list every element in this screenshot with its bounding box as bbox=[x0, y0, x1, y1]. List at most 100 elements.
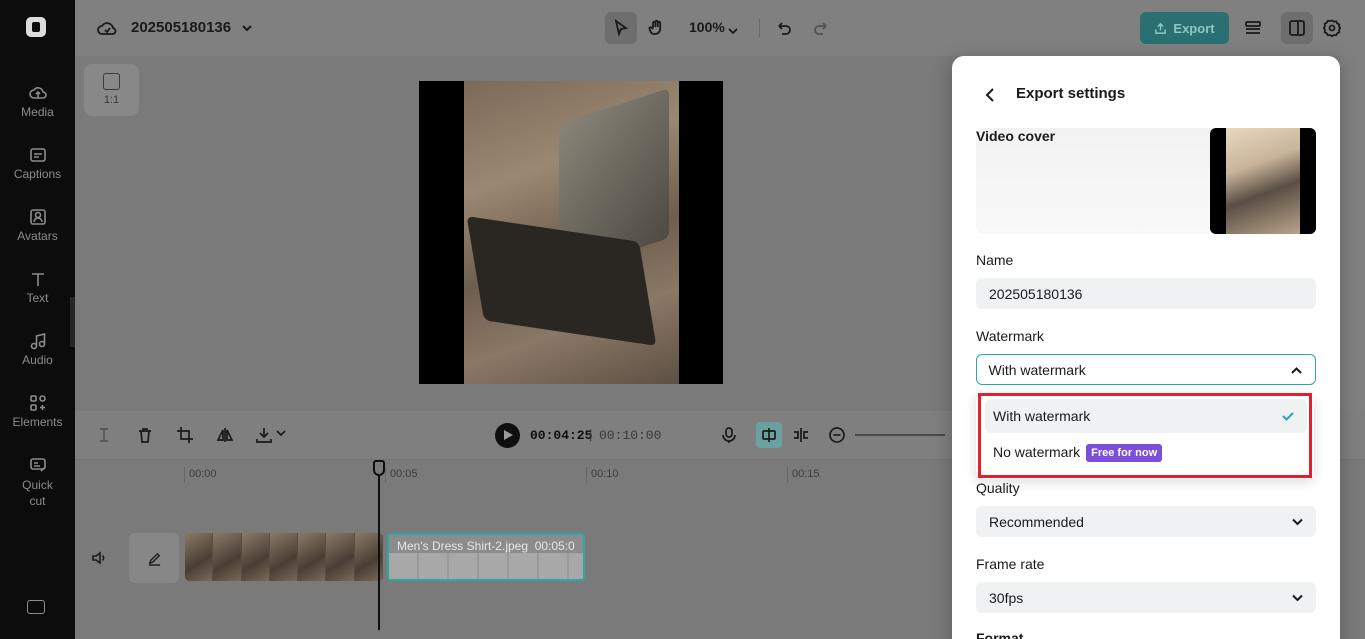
clip-frame bbox=[269, 533, 299, 581]
chevron-down-icon[interactable] bbox=[241, 21, 253, 33]
clip-thumbnails bbox=[389, 553, 583, 579]
sidebar-item-text[interactable]: Text bbox=[0, 270, 75, 305]
name-input[interactable]: 202505180136 bbox=[976, 278, 1316, 309]
export-settings-panel: Export settings Video cover Name 2025051… bbox=[952, 56, 1340, 639]
panel-title: Export settings bbox=[1016, 85, 1126, 102]
tick-label: 00:00 bbox=[189, 468, 217, 480]
option-label: With watermark bbox=[993, 408, 1091, 424]
music-note-icon bbox=[29, 332, 47, 350]
redo-icon bbox=[814, 22, 827, 35]
sidebar-item-captions[interactable]: Captions bbox=[0, 146, 75, 181]
video-clip[interactable] bbox=[185, 533, 383, 581]
track-edit-button[interactable] bbox=[129, 533, 179, 583]
back-arrow-icon[interactable] bbox=[980, 85, 1000, 105]
undo-button[interactable] bbox=[767, 12, 799, 44]
redo-button[interactable] bbox=[806, 12, 838, 44]
cursor-icon bbox=[614, 19, 629, 37]
frame-rate-label: Frame rate bbox=[976, 556, 1045, 572]
tick-mark bbox=[787, 467, 788, 483]
gear-icon bbox=[1323, 19, 1341, 37]
checkmark-icon bbox=[1281, 409, 1295, 423]
sidebar-item-label: Audio bbox=[22, 353, 53, 367]
speaker-icon[interactable] bbox=[91, 550, 107, 566]
time-separator: | bbox=[589, 427, 593, 442]
sidebar-item-quick-cut[interactable]: Quick cut bbox=[0, 456, 75, 509]
sidebar-item-elements[interactable]: Elements bbox=[0, 394, 75, 429]
layers-icon bbox=[1245, 21, 1261, 34]
format-label: Format bbox=[976, 630, 1024, 639]
select-tool-button[interactable] bbox=[605, 12, 637, 44]
sidebar-item-label: Avatars bbox=[17, 229, 58, 243]
quality-value: Recommended bbox=[989, 514, 1084, 530]
hand-tool-button[interactable] bbox=[640, 12, 672, 44]
clip-name: Men's Dress Shirt-2.jpeg bbox=[397, 539, 529, 553]
watermark-select[interactable]: With watermark bbox=[976, 354, 1316, 385]
aspect-ratio-button[interactable]: 1:1 bbox=[84, 64, 139, 116]
total-time: 00:10:00 bbox=[599, 428, 662, 443]
flip-icon[interactable] bbox=[216, 426, 234, 444]
play-button[interactable] bbox=[495, 423, 520, 448]
microphone-icon[interactable] bbox=[720, 426, 738, 444]
panel-toggle-button[interactable] bbox=[1281, 12, 1313, 44]
elements-icon bbox=[29, 394, 47, 412]
delete-icon[interactable] bbox=[136, 426, 154, 444]
zoom-chevron-icon[interactable] bbox=[728, 23, 738, 35]
split-panel-icon bbox=[1289, 20, 1305, 36]
zoom-out-icon[interactable] bbox=[828, 426, 846, 444]
chevron-down-icon[interactable] bbox=[275, 426, 287, 444]
snap-toggle-icon[interactable] bbox=[756, 422, 782, 448]
aspect-square-icon bbox=[103, 73, 120, 90]
sidebar-item-media[interactable]: Media bbox=[0, 84, 75, 119]
clip-frame bbox=[298, 533, 327, 581]
tick-label: 00:10 bbox=[591, 468, 619, 480]
hand-icon bbox=[648, 19, 662, 35]
watermark-option-none[interactable]: No watermark Free for now bbox=[985, 435, 1307, 469]
undo-icon bbox=[778, 22, 791, 35]
tick-label: 00:05 bbox=[390, 468, 418, 480]
download-icon[interactable] bbox=[255, 426, 273, 444]
clip-frame bbox=[185, 533, 214, 581]
sidebar-item-label: Text bbox=[26, 291, 49, 305]
crop-icon[interactable] bbox=[176, 426, 194, 444]
name-label: Name bbox=[976, 252, 1014, 268]
sidebar-item-label: Quick cut bbox=[22, 478, 53, 508]
watermark-option-with[interactable]: With watermark bbox=[985, 399, 1307, 433]
export-button[interactable]: Export bbox=[1140, 12, 1229, 44]
quality-select[interactable]: Recommended bbox=[976, 506, 1316, 537]
cloud-sync-icon[interactable] bbox=[97, 19, 117, 37]
selected-image-clip[interactable]: Men's Dress Shirt-2.jpeg 00:05:0 bbox=[387, 533, 585, 581]
current-time: 00:04:25 bbox=[530, 428, 593, 443]
app-logo bbox=[26, 17, 46, 37]
frame-rate-select[interactable]: 30fps bbox=[976, 582, 1316, 613]
chevron-down-icon bbox=[1291, 591, 1304, 604]
project-name[interactable]: 202505180136 bbox=[131, 19, 231, 36]
playhead-handle[interactable] bbox=[373, 460, 385, 476]
layers-button[interactable] bbox=[1237, 12, 1269, 44]
left-sidebar: Media Captions Avatars Text Audio Elemen… bbox=[0, 0, 75, 639]
playhead[interactable] bbox=[378, 460, 380, 630]
preview-image bbox=[464, 81, 679, 384]
clip-duration: 00:05:0 bbox=[534, 539, 575, 553]
settings-button[interactable] bbox=[1316, 12, 1348, 44]
chevron-up-icon bbox=[1290, 364, 1303, 377]
keyboard-icon[interactable] bbox=[27, 600, 45, 614]
video-preview[interactable] bbox=[419, 81, 723, 384]
captions-icon bbox=[29, 146, 47, 164]
video-cover-label: Video cover bbox=[976, 128, 1056, 144]
split-clip-icon[interactable] bbox=[792, 426, 810, 444]
split-icon[interactable] bbox=[95, 426, 113, 444]
frame-rate-value: 30fps bbox=[989, 590, 1024, 606]
export-icon bbox=[1155, 22, 1167, 34]
sidebar-item-label: Captions bbox=[13, 167, 62, 181]
free-badge: Free for now bbox=[1086, 444, 1163, 462]
tick-mark bbox=[385, 467, 386, 483]
watermark-label: Watermark bbox=[976, 328, 1044, 344]
quality-label: Quality bbox=[976, 480, 1020, 496]
text-icon bbox=[29, 270, 47, 288]
option-label: No watermark bbox=[993, 444, 1081, 460]
sidebar-item-audio[interactable]: Audio bbox=[0, 332, 75, 367]
video-cover-thumbnail[interactable] bbox=[1210, 128, 1316, 234]
timeline-zoom-slider[interactable] bbox=[855, 434, 945, 436]
sidebar-item-avatars[interactable]: Avatars bbox=[0, 208, 75, 243]
zoom-level[interactable]: 100% bbox=[689, 19, 725, 35]
